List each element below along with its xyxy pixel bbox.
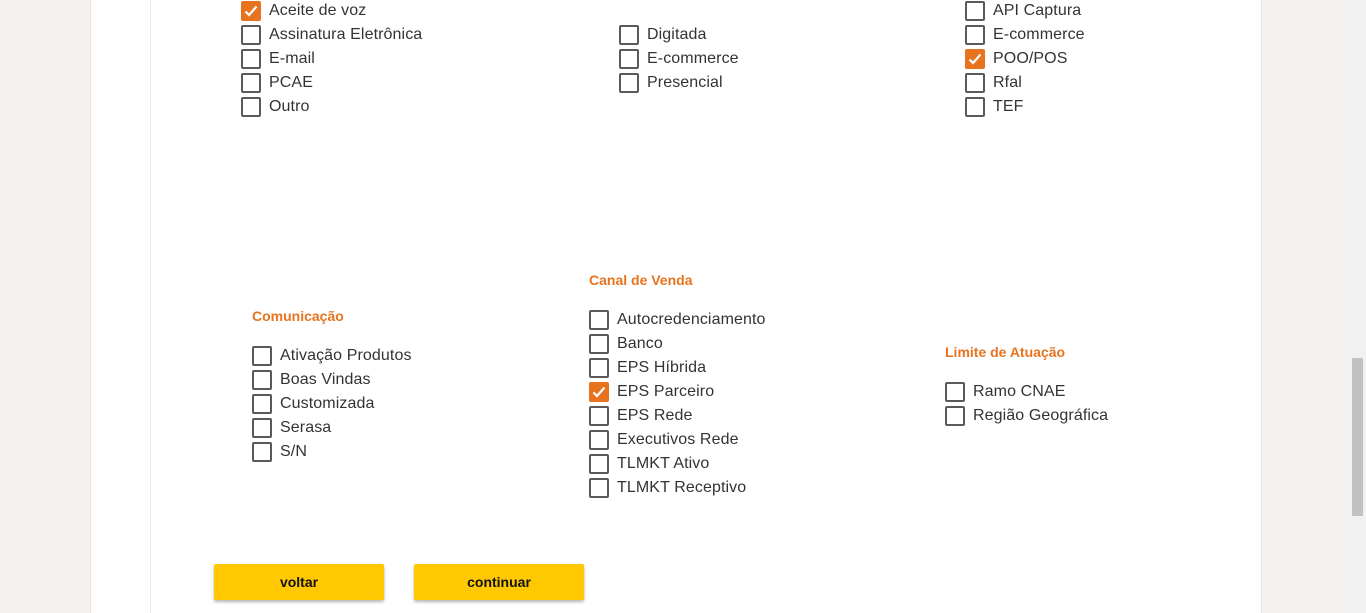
checkbox-serasa[interactable]: Serasa xyxy=(252,416,331,440)
checkbox-label: TLMKT Receptivo xyxy=(617,479,747,496)
checkbox-icon xyxy=(965,49,985,69)
checkbox-icon xyxy=(619,73,639,93)
checkbox-api-captura[interactable]: API Captura xyxy=(965,0,1081,23)
checkbox-presencial[interactable]: Presencial xyxy=(619,71,723,95)
checkbox-aceite-de-voz[interactable]: Aceite de voz xyxy=(241,0,366,23)
checkbox-rfal[interactable]: Rfal xyxy=(965,71,1022,95)
checkbox-icon xyxy=(965,73,985,93)
checkbox-label: S/N xyxy=(280,443,307,460)
checkbox-label: Serasa xyxy=(280,419,332,436)
checkbox-eps-hibrida[interactable]: EPS Híbrida xyxy=(589,356,706,380)
checkbox-icon xyxy=(252,394,272,414)
checkbox-icon xyxy=(945,382,965,402)
checkbox-label: Rfal xyxy=(993,74,1022,91)
checkbox-eps-parceiro[interactable]: EPS Parceiro xyxy=(589,380,714,404)
section-title-limite-de-atuacao: Limite de Atuação xyxy=(945,344,1066,360)
checkbox-customizada[interactable]: Customizada xyxy=(252,392,374,416)
checkbox-icon xyxy=(945,406,965,426)
checkbox-icon xyxy=(241,73,261,93)
checkbox-executivos-rede[interactable]: Executivos Rede xyxy=(589,428,739,452)
divider xyxy=(150,0,151,613)
checkbox-label: E-commerce xyxy=(647,50,739,67)
checkbox-e-mail[interactable]: E-mail xyxy=(241,47,315,71)
checkbox-tlmkt-receptivo[interactable]: TLMKT Receptivo xyxy=(589,476,746,500)
checkbox-label: EPS Híbrida xyxy=(617,359,707,376)
checkbox-icon xyxy=(241,49,261,69)
back-button[interactable]: voltar xyxy=(214,564,384,600)
checkbox-icon xyxy=(589,406,609,426)
checkbox-boas-vindas[interactable]: Boas Vindas xyxy=(252,368,371,392)
checkbox-tef[interactable]: TEF xyxy=(965,95,1024,119)
checkbox-icon xyxy=(589,310,609,330)
checkbox-icon xyxy=(619,25,639,45)
checkbox-icon xyxy=(589,430,609,450)
checkbox-icon xyxy=(965,1,985,21)
checkbox-label: Presencial xyxy=(647,74,723,91)
checkbox-label: PCAE xyxy=(269,74,313,91)
checkbox-e-commerce[interactable]: E-commerce xyxy=(619,47,739,71)
checkbox-label: EPS Parceiro xyxy=(617,383,715,400)
checkbox-icon xyxy=(252,370,272,390)
checkbox-label: Ramo CNAE xyxy=(973,383,1066,400)
checkbox-icon xyxy=(965,25,985,45)
checkbox-ativacao-produtos[interactable]: Ativação Produtos xyxy=(252,344,412,368)
checkbox-label: API Captura xyxy=(993,2,1082,19)
checkbox-label: Aceite de voz xyxy=(269,2,367,19)
checkbox-label: E-mail xyxy=(269,50,315,67)
checkbox-icon xyxy=(241,25,261,45)
checkbox-digitada[interactable]: Digitada xyxy=(619,23,707,47)
checkbox-label: Região Geográfica xyxy=(973,407,1109,424)
checkbox-ramo-cnae[interactable]: Ramo CNAE xyxy=(945,380,1065,404)
checkbox-label: POO/POS xyxy=(993,50,1068,67)
checkbox-assinatura-eletronica[interactable]: Assinatura Eletrônica xyxy=(241,23,422,47)
checkbox-icon xyxy=(252,442,272,462)
checkbox-autocredenciamento[interactable]: Autocredenciamento xyxy=(589,308,766,332)
checkbox-label: Boas Vindas xyxy=(280,371,371,388)
checkbox-icon xyxy=(241,1,261,21)
checkbox-e-commerce-captura[interactable]: E-commerce xyxy=(965,23,1085,47)
checkbox-label: Digitada xyxy=(647,26,707,43)
checkbox-s-n[interactable]: S/N xyxy=(252,440,307,464)
scrollbar-thumb[interactable] xyxy=(1352,358,1363,516)
checkbox-label: Ativação Produtos xyxy=(280,347,412,364)
checkbox-icon xyxy=(252,346,272,366)
checkbox-icon xyxy=(589,454,609,474)
checkbox-icon xyxy=(619,49,639,69)
checkbox-label: TLMKT Ativo xyxy=(617,455,710,472)
checkbox-outro[interactable]: Outro xyxy=(241,95,310,119)
checkbox-label: Autocredenciamento xyxy=(617,311,766,328)
checkbox-poo-pos[interactable]: POO/POS xyxy=(965,47,1068,71)
checkbox-icon xyxy=(965,97,985,117)
checkbox-icon xyxy=(589,358,609,378)
checkbox-label: Assinatura Eletrônica xyxy=(269,26,423,43)
section-title-canal-de-venda: Canal de Venda xyxy=(589,272,693,288)
checkbox-banco[interactable]: Banco xyxy=(589,332,663,356)
checkbox-label: TEF xyxy=(993,98,1024,115)
checkbox-eps-rede[interactable]: EPS Rede xyxy=(589,404,693,428)
checkbox-icon xyxy=(589,478,609,498)
checkbox-label: EPS Rede xyxy=(617,407,693,424)
checkbox-label: Outro xyxy=(269,98,310,115)
checkbox-icon xyxy=(241,97,261,117)
checkbox-icon xyxy=(252,418,272,438)
section-title-comunicacao: Comunicação xyxy=(252,308,344,324)
checkbox-regiao-geografica[interactable]: Região Geográfica xyxy=(945,404,1108,428)
checkbox-label: Customizada xyxy=(280,395,375,412)
checkbox-label: Banco xyxy=(617,335,663,352)
checkbox-tlmkt-ativo[interactable]: TLMKT Ativo xyxy=(589,452,709,476)
checkbox-label: E-commerce xyxy=(993,26,1085,43)
checkbox-icon xyxy=(589,382,609,402)
vertical-scrollbar[interactable] xyxy=(1349,0,1366,613)
checkbox-icon xyxy=(589,334,609,354)
checkbox-label: Executivos Rede xyxy=(617,431,739,448)
continue-button[interactable]: continuar xyxy=(414,564,584,600)
checkbox-pcae[interactable]: PCAE xyxy=(241,71,313,95)
